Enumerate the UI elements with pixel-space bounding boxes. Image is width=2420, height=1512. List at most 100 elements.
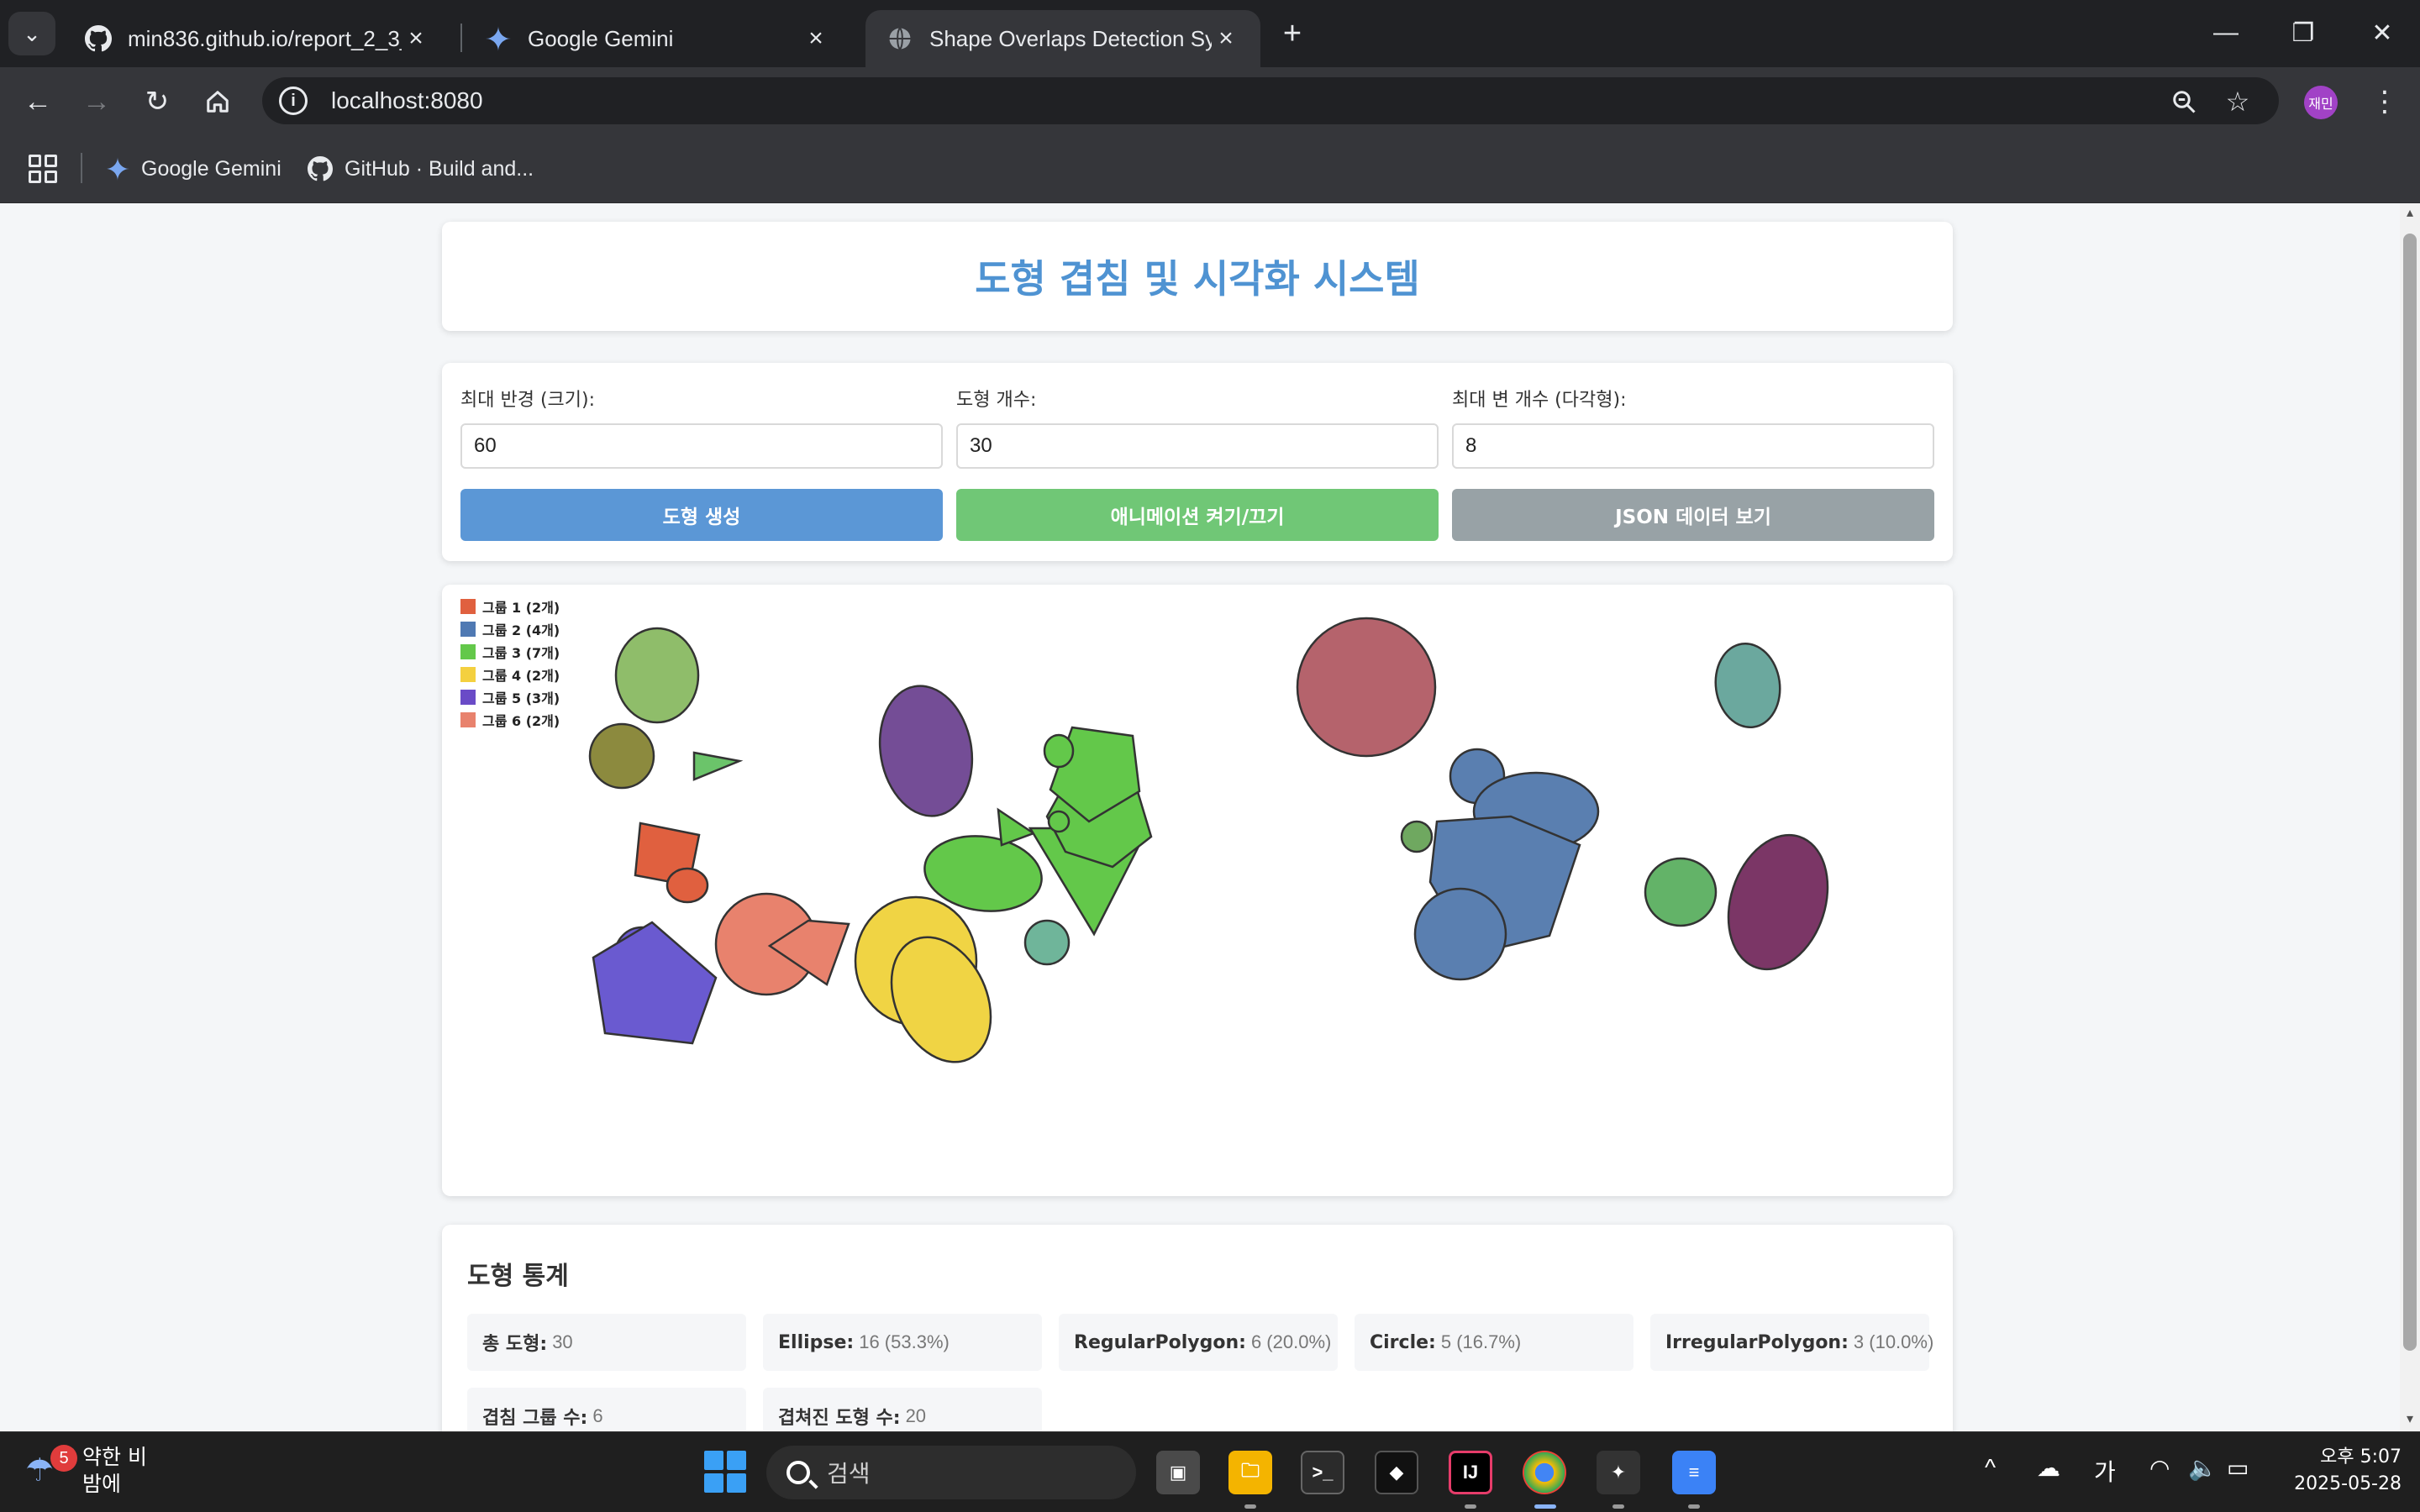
tab-shape-overlaps[interactable]: Shape Overlaps Detection Syst × (865, 10, 1260, 67)
stat-value: 5 (16.7%) (1440, 1331, 1522, 1352)
stat-value: 3 (10.0%) (1853, 1331, 1934, 1352)
max-radius-label: 최대 반경 (크기): (460, 390, 596, 411)
legend-item: 그룹 4 (2개) (460, 663, 560, 685)
clock-date: 2025-05-28 (2294, 1473, 2402, 1494)
legend-item: 그룹 1 (2개) (460, 595, 560, 617)
ime-indicator[interactable]: 가 (2094, 1454, 2116, 1488)
legend-item: 그룹 2 (4개) (460, 617, 560, 640)
battery-icon[interactable]: ▭ (2227, 1454, 2249, 1482)
bookmark-github[interactable]: GitHub · Build and... (308, 150, 534, 188)
page-scrollbar[interactable]: ▴ ▾ (2400, 203, 2420, 1431)
toggle-animation-button[interactable]: 애니메이션 켜기/끄기 (956, 489, 1439, 541)
ellipse-shape (1043, 733, 1075, 769)
scroll-down-icon[interactable]: ▾ (2403, 1413, 2417, 1426)
polygon-shape (592, 921, 718, 1045)
page-title: 도형 겹침 및 시각화 시스템 (975, 256, 1420, 302)
windows-start-icon[interactable] (704, 1451, 746, 1493)
minimize-icon[interactable]: — (2196, 12, 2255, 54)
zoom-icon[interactable] (2168, 86, 2200, 118)
legend-label: 그룹 5 (3개) (482, 690, 560, 706)
ellipse-shape (614, 627, 700, 724)
new-tab-plus-icon[interactable]: + (1276, 15, 1309, 52)
windows-taskbar: ☂ 5 약한 비 밤에 검색 ▣ 🗀 >_ ◆ IJ ✦ ≡ ^ ☁ 가 ◠ 🔈 … (0, 1431, 2420, 1512)
globe-icon (886, 24, 914, 53)
home-icon[interactable] (197, 81, 239, 123)
legend-item: 그룹 6 (2개) (460, 708, 560, 731)
notepad-icon[interactable]: ≡ (1672, 1451, 1716, 1494)
stat-label: RegularPolygon: (1074, 1331, 1246, 1353)
avatar[interactable]: 재민 (2304, 86, 2338, 119)
site-info-icon[interactable]: i (279, 87, 308, 115)
close-icon[interactable]: × (802, 24, 830, 53)
polygon-shape (692, 751, 744, 781)
forward-arrow-icon[interactable]: → (76, 81, 118, 123)
shapes-canvas[interactable]: 그룹 1 (2개) 그룹 2 (4개) 그룹 3 (7개) 그룹 4 (2개) … (442, 585, 1953, 1196)
max-radius-control: 최대 반경 (크기): (460, 385, 943, 469)
weather-widget[interactable]: ☂ 5 약한 비 밤에 (25, 1444, 147, 1498)
max-sides-input[interactable] (1452, 423, 1934, 469)
running-indicator (1244, 1504, 1256, 1509)
active-indicator (1534, 1504, 1556, 1509)
shapes-drawing (588, 617, 1829, 1063)
legend-item: 그룹 3 (7개) (460, 640, 560, 663)
generate-shapes-button[interactable]: 도형 생성 (460, 489, 943, 541)
address-bar[interactable]: i localhost:8080 ☆ (262, 77, 2279, 124)
stat-label: Circle: (1370, 1331, 1436, 1353)
running-indicator (1688, 1504, 1700, 1509)
chevron-up-icon[interactable]: ^ (1985, 1454, 1996, 1481)
shape-count-input[interactable] (956, 423, 1439, 469)
back-arrow-icon[interactable]: ← (17, 81, 59, 123)
taskbar-search[interactable]: 검색 (766, 1446, 1136, 1499)
shape-count-control: 도형 개수: (956, 385, 1439, 469)
close-icon[interactable]: × (1212, 24, 1240, 53)
tab-title: min836.github.io/report_2_3_4 (128, 25, 402, 51)
restore-icon[interactable]: ❐ (2274, 12, 2333, 54)
more-menu-icon[interactable]: ⋮ (2368, 82, 2402, 121)
bookmark-star-icon[interactable]: ☆ (2222, 86, 2254, 118)
legend-item: 그룹 5 (3개) (460, 685, 560, 708)
running-indicator (1612, 1504, 1624, 1509)
ellipse-shape (1714, 642, 1781, 729)
stat-overlapped-shapes: 겹쳐진 도형 수: 20 (763, 1388, 1042, 1431)
reload-icon[interactable]: ↻ (136, 81, 178, 123)
controls-panel: 최대 반경 (크기): 도형 개수: 최대 변 개수 (다각형): 도형 생성 … (442, 363, 1953, 561)
ellipse-shape (1644, 857, 1718, 927)
tab-title: Shape Overlaps Detection Syst (929, 25, 1212, 51)
stat-regular-polygon: RegularPolygon: 6 (20.0%) (1059, 1314, 1338, 1371)
apps-grid-icon[interactable] (29, 155, 57, 183)
task-view-icon[interactable]: ▣ (1156, 1451, 1200, 1494)
bookmark-label: Google Gemini (141, 156, 281, 181)
scrollbar-thumb[interactable] (2403, 234, 2417, 1351)
bookmark-google-gemini[interactable]: Google Gemini (106, 150, 281, 188)
stat-label: 겹쳐진 도형 수: (778, 1408, 901, 1429)
max-radius-input[interactable] (460, 423, 943, 469)
scroll-up-icon[interactable]: ▴ (2403, 207, 2417, 220)
github-icon (308, 156, 333, 181)
stats-heading: 도형 통계 (467, 1262, 569, 1291)
speaker-muted-icon[interactable]: 🔈 (2188, 1454, 2217, 1482)
tab-search-button[interactable]: ⌄ (8, 12, 55, 55)
terminal-icon[interactable]: >_ (1301, 1451, 1344, 1494)
chrome-icon[interactable] (1523, 1451, 1566, 1494)
running-indicator (1465, 1504, 1476, 1509)
system-clock[interactable]: 오후 5:07 2025-05-28 (2275, 1444, 2402, 1498)
legend-label: 그룹 3 (7개) (482, 644, 560, 661)
stat-value: 30 (552, 1331, 573, 1352)
tab-google-gemini[interactable]: Google Gemini × (464, 10, 850, 67)
legend-label: 그룹 4 (2개) (482, 667, 560, 684)
file-explorer-icon[interactable]: 🗀 (1228, 1451, 1272, 1494)
stat-label: Ellipse: (778, 1331, 855, 1353)
close-icon[interactable]: × (402, 24, 430, 53)
view-json-button[interactable]: JSON 데이터 보기 (1452, 489, 1934, 541)
stat-total: 총 도형: 30 (467, 1314, 746, 1371)
onedrive-icon[interactable]: ☁ (2037, 1454, 2060, 1482)
git-tool-icon[interactable]: ✦ (1597, 1451, 1640, 1494)
legend-swatch (460, 643, 476, 659)
tab-github-report[interactable]: min836.github.io/report_2_3_4 × (64, 10, 450, 67)
ellipse-shape (1047, 810, 1071, 833)
stat-circle: Circle: 5 (16.7%) (1355, 1314, 1634, 1371)
wifi-icon[interactable]: ◠ (2149, 1454, 2170, 1482)
intellij-icon[interactable]: IJ (1449, 1451, 1492, 1494)
window-close-icon[interactable]: ✕ (2353, 12, 2412, 54)
cube-app-icon[interactable]: ◆ (1375, 1451, 1418, 1494)
